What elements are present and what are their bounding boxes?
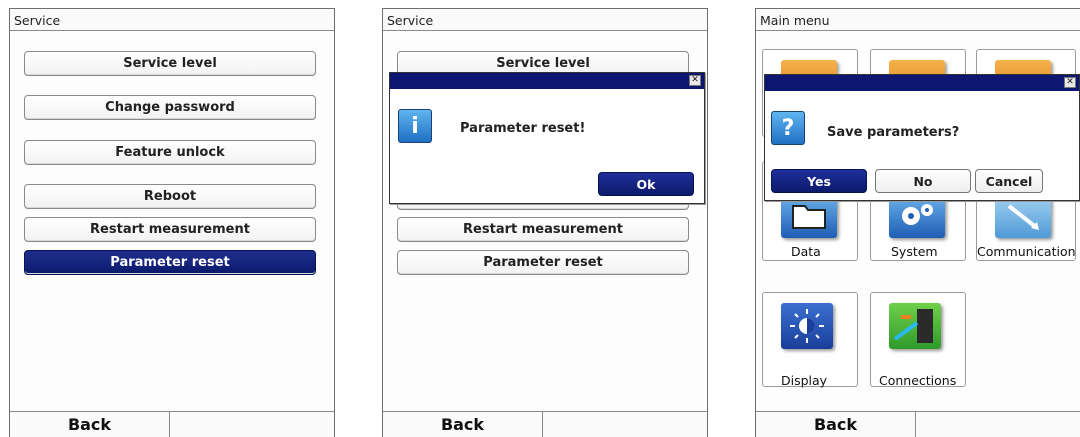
main-menu-screen: Main menu Data System Communication Disp… bbox=[755, 8, 1080, 437]
feature-unlock-button[interactable]: Feature unlock bbox=[24, 140, 316, 165]
softkey-bar: Back bbox=[10, 411, 334, 437]
right-softkey[interactable] bbox=[916, 412, 1080, 437]
parameter-reset-button[interactable]: Parameter reset bbox=[397, 250, 689, 275]
info-dialog: ✕ i Parameter reset! Ok bbox=[389, 72, 705, 204]
tile-label-connections: Connections bbox=[879, 373, 957, 388]
change-password-button[interactable]: Change password bbox=[24, 95, 316, 120]
back-softkey[interactable]: Back bbox=[756, 412, 916, 437]
question-icon: ? bbox=[771, 111, 805, 145]
ok-button[interactable]: Ok bbox=[598, 172, 694, 196]
back-softkey[interactable]: Back bbox=[10, 412, 170, 437]
right-softkey[interactable] bbox=[543, 412, 707, 437]
tile-label-system: System bbox=[891, 244, 938, 259]
back-softkey[interactable]: Back bbox=[383, 412, 543, 437]
softkey-bar: Back bbox=[383, 411, 707, 437]
tile-connections[interactable]: Connections bbox=[870, 292, 966, 388]
screen-title: Service bbox=[383, 9, 707, 31]
dialog-header: ✕ bbox=[390, 73, 704, 89]
brightness-icon bbox=[781, 303, 833, 349]
dialog-message: Save parameters? bbox=[827, 125, 960, 140]
softkey-bar: Back bbox=[756, 411, 1080, 437]
tile-label-communication: Communication bbox=[977, 244, 1076, 259]
service-level-button[interactable]: Service level bbox=[24, 51, 316, 76]
info-icon: i bbox=[398, 109, 432, 143]
tile-display[interactable]: Display bbox=[762, 292, 858, 388]
restart-measurement-button[interactable]: Restart measurement bbox=[397, 217, 689, 242]
screen-title: Service bbox=[10, 9, 334, 31]
reboot-button[interactable]: Reboot bbox=[24, 184, 316, 209]
dialog-header: ✕ bbox=[765, 75, 1079, 91]
parameter-reset-button[interactable]: Parameter reset bbox=[24, 250, 316, 275]
cancel-button[interactable]: Cancel bbox=[975, 169, 1043, 193]
tile-label-display: Display bbox=[781, 373, 828, 388]
right-softkey[interactable] bbox=[170, 412, 334, 437]
service-screen: Service Service level Change password Fe… bbox=[9, 8, 335, 437]
no-button[interactable]: No bbox=[875, 169, 971, 193]
close-icon[interactable]: ✕ bbox=[1064, 77, 1076, 88]
connections-icon bbox=[889, 303, 941, 349]
question-dialog: ✕ ? Save parameters? Yes No Cancel bbox=[764, 74, 1080, 201]
tile-label-data: Data bbox=[791, 244, 821, 259]
dialog-message: Parameter reset! bbox=[460, 121, 586, 136]
service-screen-reset-dialog: Service Service level Restart measuremen… bbox=[382, 8, 708, 437]
screen-title: Main menu bbox=[756, 9, 1080, 31]
close-icon[interactable]: ✕ bbox=[689, 75, 701, 86]
yes-button[interactable]: Yes bbox=[771, 169, 867, 193]
restart-measurement-button[interactable]: Restart measurement bbox=[24, 217, 316, 242]
